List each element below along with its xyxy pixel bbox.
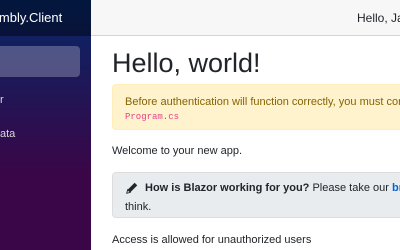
user-greeting[interactable]: Hello, Jar xyxy=(357,11,400,25)
survey-continuation: think. xyxy=(125,201,152,213)
access-note: Access is allowed for unauthorized users xyxy=(112,234,312,246)
pencil-icon xyxy=(126,182,138,194)
welcome-text: Welcome to your new app. xyxy=(112,145,243,157)
page-title: Hello, world! xyxy=(112,48,261,78)
survey-prompt: How is Blazor working for you? Please ta… xyxy=(112,172,400,218)
main-content: Hello, world! Before authentication will… xyxy=(91,36,400,250)
sidebar-item-fetch-data[interactable]: ata xyxy=(0,128,15,140)
survey-link[interactable]: brief xyxy=(392,182,400,194)
top-row: Hello, Jar xyxy=(91,0,400,36)
sidebar-item-home[interactable] xyxy=(0,46,80,77)
sidebar-item-counter[interactable]: r xyxy=(0,94,4,106)
sidebar: Assembly.Client r ata xyxy=(0,0,91,250)
auth-warning-alert: Before authentication will function corr… xyxy=(112,84,400,130)
alert-code: Program.cs xyxy=(125,112,180,122)
sidebar-brand-bar: Assembly.Client xyxy=(0,0,91,36)
survey-prompt-text: Please take our xyxy=(309,182,392,194)
alert-message: Before authentication will function corr… xyxy=(125,96,400,108)
survey-question: How is Blazor working for you? xyxy=(145,182,310,194)
app-brand[interactable]: Assembly.Client xyxy=(0,10,62,25)
